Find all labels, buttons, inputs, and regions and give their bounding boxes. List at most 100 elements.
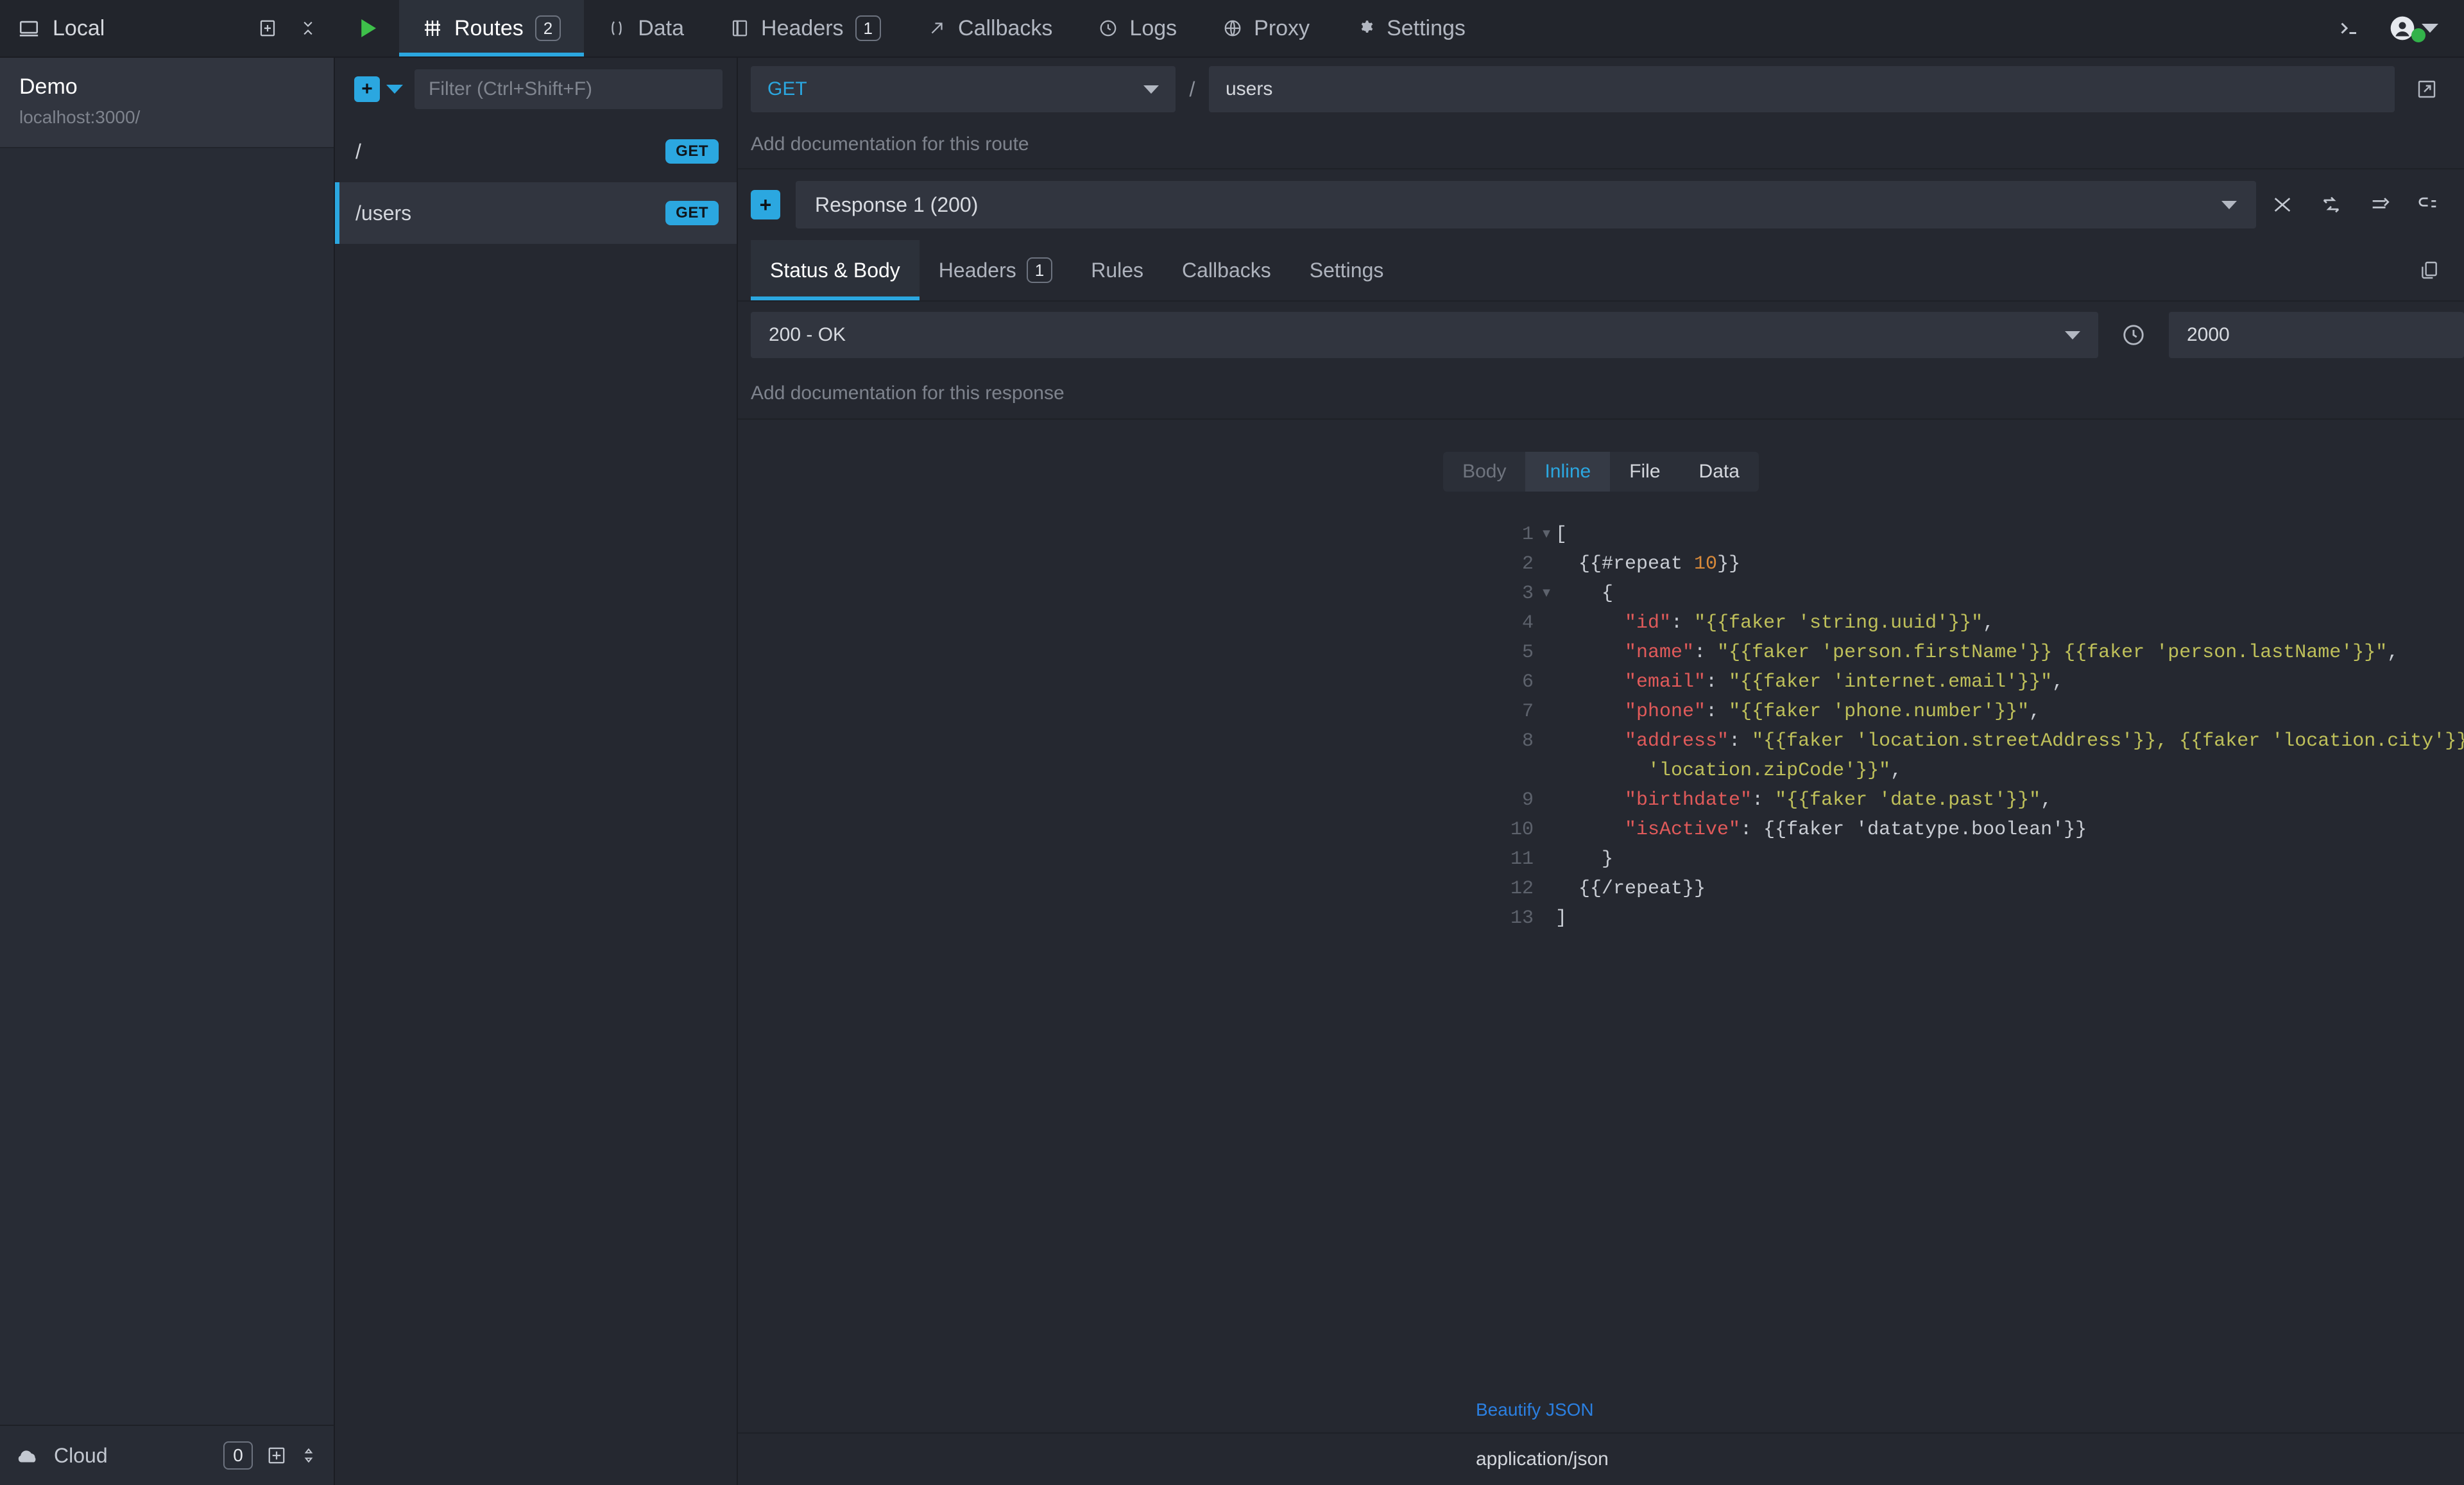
chevron-down-icon: [2065, 331, 2080, 339]
duplicate-icon[interactable]: [2419, 260, 2440, 280]
main-body: Demo localhost:3000/ Cloud 0: [0, 58, 2464, 1485]
response-tab-status-body[interactable]: Status & Body: [751, 240, 920, 300]
response-tab-headers[interactable]: Headers 1: [920, 240, 1072, 300]
random-response-icon[interactable]: [2272, 194, 2293, 216]
response-tabs: Status & Body Headers 1 Rules Callbacks …: [738, 240, 2464, 302]
environment-type: Local: [18, 16, 105, 41]
cloud-count-badge: 0: [223, 1441, 253, 1470]
add-response-icon[interactable]: +: [751, 190, 780, 219]
headers-icon: [730, 19, 749, 38]
tab-callbacks[interactable]: Callbacks: [904, 0, 1075, 56]
environment-header: Local: [0, 0, 335, 56]
response-tab-settings[interactable]: Settings: [1290, 240, 1403, 300]
tab-logs[interactable]: Logs: [1075, 0, 1200, 56]
beautify-row: Beautify JSON: [738, 1387, 2464, 1434]
add-route-icon: +: [354, 76, 380, 102]
editor-code[interactable]: [ {{#repeat 10}} { "id": "{{faker 'strin…: [1555, 520, 2464, 1387]
body-mode-inline[interactable]: Inline: [1525, 452, 1610, 492]
account-menu[interactable]: [2390, 15, 2438, 41]
response-documentation-input[interactable]: [751, 375, 2451, 411]
body-mode-label: Body: [1443, 452, 1525, 492]
response-header: + Response 1 (200): [738, 169, 2464, 240]
response-tab-label: Status & Body: [770, 259, 900, 282]
fallback-response-icon[interactable]: [2418, 194, 2440, 216]
routes-filter-input[interactable]: [415, 69, 723, 109]
route-list-item-root[interactable]: / GET: [335, 121, 737, 182]
chevron-down-icon: [386, 85, 403, 94]
status-latency-row: 200 - OK: [738, 302, 2464, 368]
response-tab-label: Settings: [1310, 259, 1384, 282]
environment-name: Demo: [19, 74, 314, 99]
route-list-item-users[interactable]: /users GET: [335, 182, 737, 244]
response-tab-rules[interactable]: Rules: [1072, 240, 1163, 300]
main-tabs: Routes 2 Data Headers 1: [399, 0, 2311, 56]
tab-data-label: Data: [638, 16, 684, 41]
environment-type-label: Local: [53, 16, 105, 41]
editor-fold-markers: ▾▾: [1537, 520, 1555, 1387]
route-header: GET /: [738, 58, 2464, 121]
mockoon-window: Local: [0, 0, 2464, 1485]
chevron-down-icon: [1143, 85, 1159, 94]
external-link-icon[interactable]: [2417, 79, 2437, 99]
route-method-badge: GET: [665, 201, 719, 225]
routes-toolbar: +: [335, 58, 737, 121]
response-select-value: Response 1 (200): [815, 193, 978, 217]
latency-input[interactable]: [2169, 312, 2464, 358]
response-mode-actions: [2272, 194, 2452, 216]
body-mode-data[interactable]: Data: [1680, 452, 1759, 492]
route-method-value: GET: [767, 78, 807, 100]
tab-headers-label: Headers: [761, 16, 844, 41]
tab-callbacks-label: Callbacks: [958, 16, 1052, 41]
body-mode-group: Body Inline File Data: [1443, 452, 1759, 492]
sequential-response-icon[interactable]: [2320, 194, 2342, 216]
add-route-button[interactable]: +: [354, 76, 403, 102]
status-code-select[interactable]: 200 - OK: [751, 312, 2098, 358]
collapse-icon[interactable]: [299, 19, 317, 37]
start-server-button[interactable]: [335, 0, 399, 56]
response-tab-label: Callbacks: [1182, 259, 1271, 282]
add-environment-icon[interactable]: [258, 19, 277, 38]
disable-rules-icon[interactable]: [2369, 194, 2391, 216]
callbacks-icon: [927, 19, 946, 38]
response-tab-callbacks[interactable]: Callbacks: [1163, 240, 1290, 300]
terminal-icon[interactable]: [2337, 17, 2360, 40]
route-method-badge: GET: [665, 139, 719, 164]
route-editor-panel: GET / +: [738, 58, 2464, 1485]
response-documentation-row: [738, 368, 2464, 420]
environment-url: localhost:3000/: [19, 107, 314, 128]
plus-icon[interactable]: [267, 1446, 286, 1465]
top-bar-actions: [2311, 0, 2464, 56]
sort-icon[interactable]: [300, 1446, 317, 1465]
tab-routes[interactable]: Routes 2: [399, 0, 584, 56]
body-mode-file[interactable]: File: [1610, 452, 1679, 492]
tab-proxy[interactable]: Proxy: [1200, 0, 1333, 56]
tab-proxy-label: Proxy: [1254, 16, 1310, 41]
routes-empty-space: [335, 244, 737, 1485]
tab-settings-label: Settings: [1387, 16, 1466, 41]
tab-data[interactable]: Data: [584, 0, 707, 56]
account-status-dot: [2411, 28, 2426, 42]
laptop-icon: [18, 17, 40, 39]
route-method-select[interactable]: GET: [751, 66, 1176, 112]
environment-header-actions: [258, 19, 317, 38]
response-select[interactable]: Response 1 (200): [796, 181, 2256, 228]
route-path-prefix: /: [1176, 78, 1209, 101]
logs-icon: [1099, 19, 1118, 38]
top-bar: Local: [0, 0, 2464, 58]
response-tabs-actions: [2395, 240, 2464, 300]
tab-headers[interactable]: Headers 1: [707, 0, 904, 56]
route-path-input[interactable]: [1209, 66, 2395, 112]
status-code-value: 200 - OK: [769, 324, 846, 346]
environments-sidebar: Demo localhost:3000/ Cloud 0: [0, 58, 335, 1485]
response-body-editor[interactable]: 12345678910111213 ▾▾ [ {{#repeat 10}} { …: [738, 520, 2464, 1387]
beautify-json-link[interactable]: Beautify JSON: [1476, 1400, 1594, 1420]
environment-list-item[interactable]: Demo localhost:3000/: [0, 58, 334, 148]
route-path: /users: [355, 202, 411, 225]
mime-type-value: application/json: [1476, 1448, 1609, 1470]
tab-routes-badge: 2: [535, 15, 561, 41]
tab-settings[interactable]: Settings: [1333, 0, 1489, 56]
route-documentation-input[interactable]: [751, 126, 2451, 162]
response-tab-headers-badge: 1: [1027, 257, 1052, 283]
chevron-down-icon: [2221, 201, 2237, 209]
clock-icon: [2098, 323, 2169, 347]
